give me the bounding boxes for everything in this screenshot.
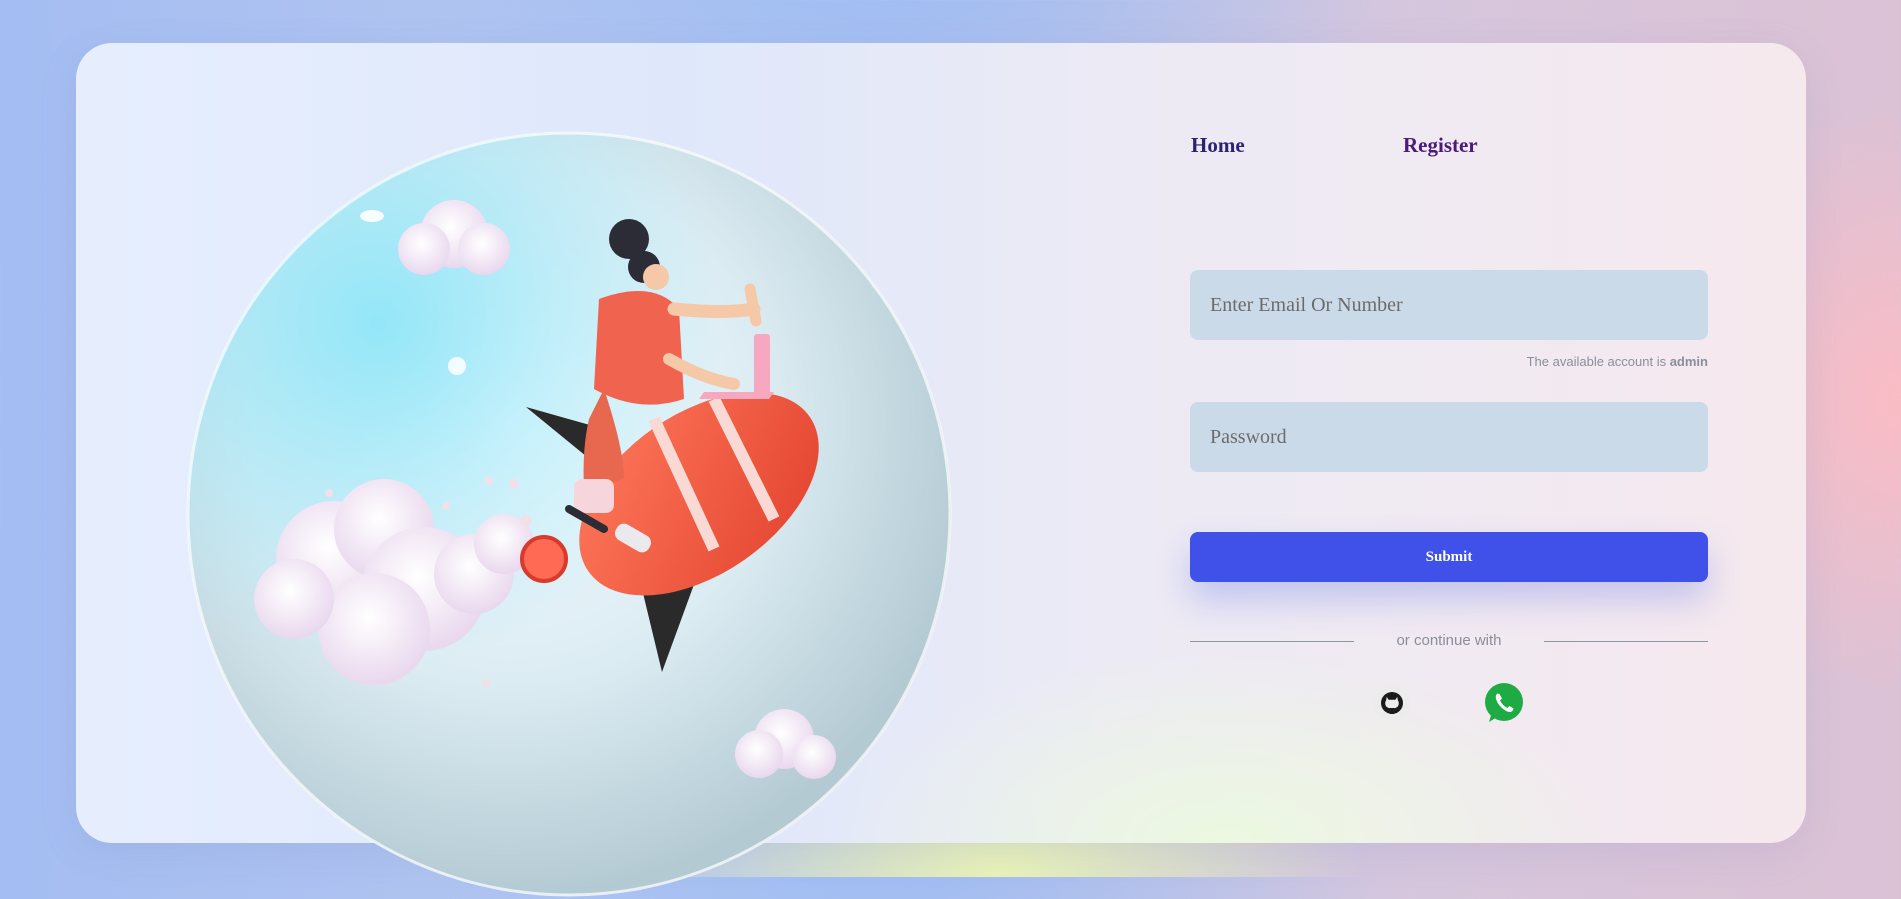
password-input[interactable] — [1190, 402, 1708, 472]
divider-line-left — [1190, 641, 1354, 642]
nav-register-link[interactable]: Register — [1403, 133, 1478, 158]
github-icon — [1381, 692, 1403, 714]
submit-button[interactable]: Submit — [1190, 532, 1708, 582]
whatsapp-icon — [1485, 683, 1523, 722]
nav-home-link[interactable]: Home — [1191, 133, 1245, 158]
whatsapp-login-button[interactable] — [1483, 682, 1525, 724]
login-card: Home Register The available account is a… — [76, 43, 1806, 897]
hint-account: admin — [1669, 354, 1708, 369]
account-hint: The available account is admin — [1190, 354, 1708, 369]
hint-text: The available account is — [1526, 354, 1670, 369]
divider-line-right — [1544, 641, 1708, 642]
email-input[interactable] — [1190, 270, 1708, 340]
divider-label: or continue with — [1396, 632, 1502, 649]
github-login-button[interactable] — [1374, 685, 1410, 721]
rocket-illustration — [186, 131, 952, 897]
